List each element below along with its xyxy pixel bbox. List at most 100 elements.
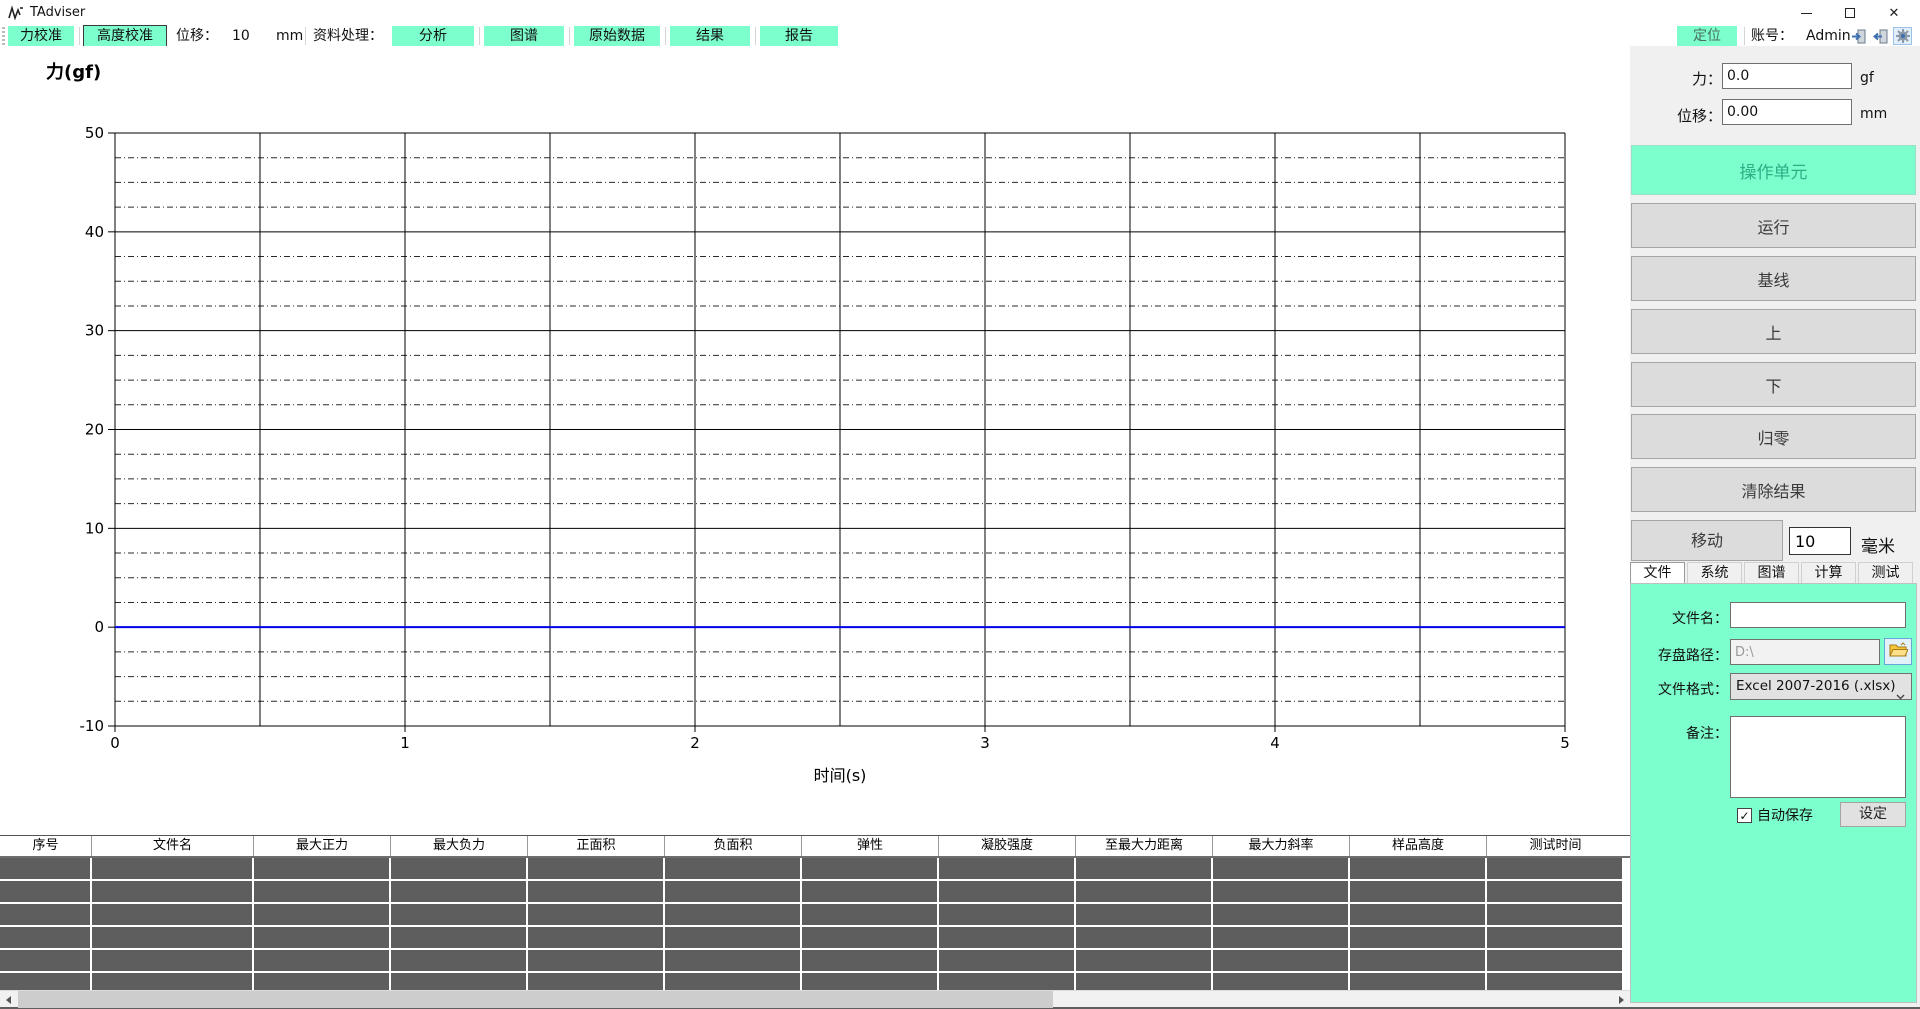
table-row[interactable] (0, 973, 1630, 990)
force-calibration-button[interactable]: 力校准 (8, 26, 74, 46)
table-row[interactable] (0, 927, 1630, 950)
table-cell (939, 881, 1076, 904)
logout-icon[interactable] (1871, 27, 1890, 45)
table-cell (1076, 973, 1213, 990)
table-cell (1487, 927, 1624, 950)
tab-calculation[interactable]: 计算 (1801, 562, 1856, 583)
toolbar-grip[interactable] (2, 27, 5, 45)
header-cell-max-positive-force[interactable]: 最大正力 (254, 836, 391, 856)
table-cell (1076, 881, 1213, 904)
results-button[interactable]: 结果 (670, 26, 750, 46)
run-button[interactable]: 运行 (1631, 203, 1916, 248)
tab-system[interactable]: 系统 (1687, 562, 1742, 583)
table-cell (391, 881, 528, 904)
header-cell-positive-area[interactable]: 正面积 (528, 836, 665, 856)
positioning-button[interactable]: 定位 (1677, 26, 1737, 46)
table-cell (1076, 858, 1213, 881)
titlebar: TAdviser ✕ (0, 0, 1920, 26)
scroll-right-button[interactable] (1613, 991, 1630, 1008)
table-cell (391, 858, 528, 881)
svg-text:-10: -10 (80, 717, 105, 735)
up-button[interactable]: 上 (1631, 309, 1916, 354)
svg-text:4: 4 (1270, 734, 1280, 752)
tab-spectrum[interactable]: 图谱 (1744, 562, 1799, 583)
header-cell-filename[interactable]: 文件名 (92, 836, 254, 856)
table-cell (528, 881, 665, 904)
table-cell (92, 858, 254, 881)
browse-folder-button[interactable] (1884, 638, 1912, 665)
displacement-readout-unit: mm (1860, 106, 1887, 122)
report-button[interactable]: 报告 (760, 26, 838, 46)
table-cell (939, 973, 1076, 990)
set-button[interactable]: 设定 (1840, 802, 1906, 827)
table-cell (665, 973, 802, 990)
table-cell (1076, 950, 1213, 973)
filename-input[interactable] (1730, 602, 1906, 628)
separator (665, 27, 666, 45)
header-cell-test-time[interactable]: 测试时间 (1487, 836, 1624, 856)
settings-gear-icon[interactable] (1893, 27, 1912, 45)
close-button[interactable]: ✕ (1872, 0, 1916, 26)
autosave-checkbox[interactable]: ✓ (1737, 808, 1752, 823)
file-tab-panel: 文件名： 存盘路径： 文件格式： Excel 2007-2016 (.xlsx) (1630, 583, 1917, 1003)
minimize-button[interactable] (1784, 0, 1828, 26)
analysis-button[interactable]: 分析 (392, 26, 474, 46)
svg-text:0: 0 (110, 734, 120, 752)
login-icon[interactable] (1849, 27, 1868, 45)
scrollbar-thumb[interactable] (18, 991, 1053, 1008)
svg-text:2: 2 (690, 734, 700, 752)
displacement-input[interactable] (232, 26, 268, 46)
height-calibration-button[interactable]: 高度校准 (84, 26, 166, 46)
table-cell (1350, 973, 1487, 990)
clear-results-button[interactable]: 清除结果 (1631, 467, 1916, 512)
table-cell (92, 904, 254, 927)
force-readout-input[interactable] (1722, 63, 1852, 89)
move-button[interactable]: 移动 (1631, 520, 1783, 561)
tab-test[interactable]: 测试 (1858, 562, 1913, 583)
save-path-input[interactable] (1730, 639, 1880, 665)
header-cell-distance-to-max[interactable]: 至最大力距离 (1076, 836, 1213, 856)
remark-textarea[interactable] (1730, 716, 1906, 798)
zero-button[interactable]: 归零 (1631, 414, 1916, 459)
separator (1744, 27, 1745, 45)
table-cell (1487, 950, 1624, 973)
horizontal-scrollbar[interactable] (0, 990, 1630, 1007)
table-cell (1487, 973, 1624, 990)
header-cell-sample-height[interactable]: 样品高度 (1350, 836, 1487, 856)
move-distance-input[interactable] (1789, 527, 1851, 555)
header-cell-max-negative-force[interactable]: 最大负力 (391, 836, 528, 856)
app-window: TAdviser ✕ 力校准 高度校准 位移： mm 资料处理： 分析 图谱 原… (0, 0, 1920, 1009)
raw-data-button[interactable]: 原始数据 (574, 26, 660, 46)
table-cell (528, 927, 665, 950)
table-cell (665, 950, 802, 973)
table-cell (1213, 881, 1350, 904)
header-cell-negative-area[interactable]: 负面积 (665, 836, 802, 856)
header-cell-elasticity[interactable]: 弹性 (802, 836, 939, 856)
restore-button[interactable] (1828, 0, 1872, 26)
header-cell-max-force-slope[interactable]: 最大力斜率 (1213, 836, 1350, 856)
spectrum-button[interactable]: 图谱 (484, 26, 564, 46)
displacement-readout-input[interactable] (1722, 99, 1852, 125)
header-cell-index[interactable]: 序号 (0, 836, 92, 856)
scroll-right-icon (1619, 996, 1624, 1004)
down-button[interactable]: 下 (1631, 362, 1916, 407)
operation-unit-button[interactable]: 操作单元 (1631, 145, 1916, 195)
table-cell (1350, 927, 1487, 950)
table-cell (254, 950, 391, 973)
table-cell (1076, 904, 1213, 927)
tab-file[interactable]: 文件 (1630, 562, 1685, 583)
header-cell-gel-strength[interactable]: 凝胶强度 (939, 836, 1076, 856)
separator (569, 27, 570, 45)
table-cell (1350, 858, 1487, 881)
scroll-left-button[interactable] (0, 991, 17, 1008)
table-row[interactable] (0, 950, 1630, 973)
baseline-button[interactable]: 基线 (1631, 256, 1916, 301)
file-format-select[interactable]: Excel 2007-2016 (.xlsx) (1730, 673, 1912, 700)
table-cell (665, 858, 802, 881)
table-cell (665, 881, 802, 904)
table-cell (1213, 950, 1350, 973)
table-row[interactable] (0, 904, 1630, 927)
table-row[interactable] (0, 881, 1630, 904)
table-row[interactable] (0, 858, 1630, 881)
chart-canvas: -1001020304050012345力(gf)时间(s) (0, 46, 1630, 835)
